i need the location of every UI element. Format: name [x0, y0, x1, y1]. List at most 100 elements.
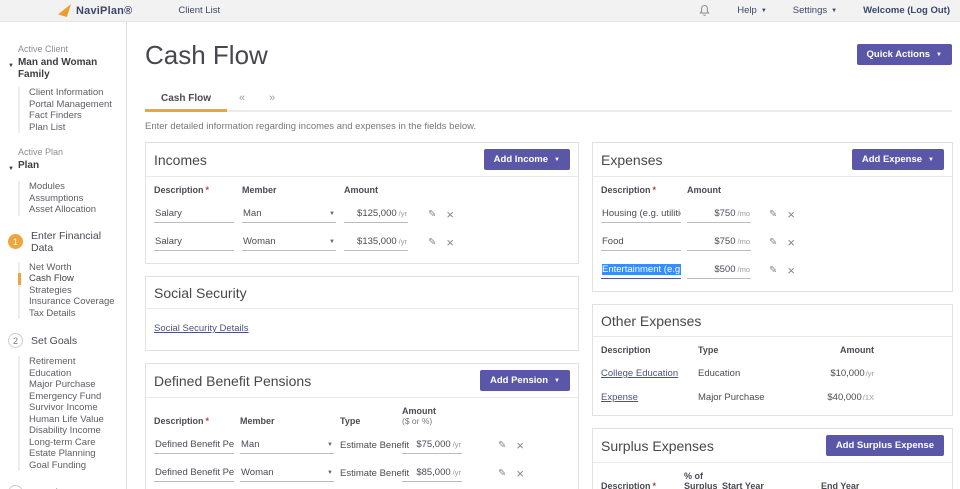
- delete-x-icon[interactable]: ×: [516, 440, 524, 452]
- expense-amount-field[interactable]: $500 /mo: [687, 262, 751, 279]
- sidebar-item-long-term-care[interactable]: Long-term Care: [18, 437, 126, 449]
- edit-pencil-icon[interactable]: ✎: [498, 468, 506, 480]
- expense-amount-field[interactable]: $750 /mo: [687, 234, 751, 251]
- step-set-goals[interactable]: 2 Set Goals: [8, 333, 126, 348]
- sidebar-item-estate-planning[interactable]: Estate Planning: [18, 448, 126, 460]
- delete-x-icon[interactable]: ×: [446, 209, 454, 221]
- sidebar-item-portal-management[interactable]: Portal Management: [18, 99, 126, 111]
- sidebar-item-survivor-income[interactable]: Survivor Income: [18, 402, 126, 414]
- sidebar-item-assumptions[interactable]: Assumptions: [18, 193, 126, 205]
- step-number-badge: 2: [8, 333, 23, 348]
- sidebar-item-education[interactable]: Education: [18, 368, 126, 380]
- sidebar-item-insurance-coverage[interactable]: Insurance Coverage: [18, 296, 126, 308]
- sidebar-item-plan-list[interactable]: Plan List: [18, 122, 126, 134]
- chevron-down-icon: ▼: [761, 8, 767, 14]
- other-expenses-title: Other Expenses: [601, 313, 701, 329]
- income-amount-field[interactable]: $135,000 /yr: [344, 234, 408, 251]
- client-list-menu[interactable]: Client List: [178, 5, 220, 16]
- chevron-down-icon: ▼: [327, 470, 333, 476]
- page-description: Enter detailed information regarding inc…: [145, 121, 952, 132]
- step-number-badge: 1: [8, 234, 23, 249]
- delete-x-icon[interactable]: ×: [787, 237, 795, 249]
- top-navbar: NaviPlan® Client List Help ▼ Settings ▼ …: [0, 0, 960, 22]
- add-expense-button[interactable]: Add Expense ▼: [852, 149, 944, 170]
- social-security-details-link[interactable]: Social Security Details: [154, 323, 249, 334]
- logout-link[interactable]: (Log Out): [907, 5, 950, 16]
- delete-x-icon[interactable]: ×: [446, 237, 454, 249]
- edit-pencil-icon[interactable]: ✎: [769, 209, 777, 221]
- expense-amount-field[interactable]: $750 /mo: [687, 206, 751, 223]
- other-expenses-header-type: Type: [698, 345, 782, 355]
- tab-cash-flow[interactable]: Cash Flow: [145, 88, 227, 110]
- pensions-title: Defined Benefit Pensions: [154, 373, 311, 389]
- other-expense-description-link[interactable]: College Education: [601, 368, 678, 379]
- pension-description-field[interactable]: Defined Benefit Pension: [154, 465, 234, 482]
- active-plan-label: Active Plan: [18, 147, 126, 157]
- sidebar-item-modules[interactable]: Modules: [18, 181, 126, 193]
- income-amount-field[interactable]: $125,000 /yr: [344, 206, 408, 223]
- plan-toggle[interactable]: ▼ Plan: [8, 160, 126, 175]
- delete-x-icon[interactable]: ×: [516, 468, 524, 480]
- income-row: Salary Woman ▼ $135,000 /yr ✎: [154, 234, 570, 251]
- edit-pencil-icon[interactable]: ✎: [498, 440, 506, 452]
- other-expenses-header-amount: Amount: [782, 345, 874, 355]
- navi-plan-logo[interactable]: NaviPlan®: [58, 4, 132, 17]
- add-income-button[interactable]: Add Income ▼: [484, 149, 570, 170]
- sidebar-item-tax-details[interactable]: Tax Details: [18, 308, 126, 320]
- pension-amount-field[interactable]: $75,000 /yr: [402, 437, 462, 454]
- income-description-field[interactable]: Salary: [154, 206, 234, 223]
- add-surplus-expense-button[interactable]: Add Surplus Expense: [826, 435, 944, 456]
- client-name-toggle[interactable]: ▼ Man and Woman Family: [8, 57, 126, 81]
- sidebar-item-cash-flow[interactable]: Cash Flow: [18, 273, 126, 285]
- income-member-select[interactable]: Woman ▼: [242, 234, 336, 251]
- expense-description-field[interactable]: Entertainment (e.g. resta: [601, 262, 681, 279]
- tabs-prev-icon[interactable]: «: [227, 87, 257, 110]
- edit-pencil-icon[interactable]: ✎: [428, 237, 436, 249]
- sidebar-item-fact-finders[interactable]: Fact Finders: [18, 110, 126, 122]
- expense-description-field[interactable]: Housing (e.g. utilities, rep: [601, 206, 681, 223]
- edit-pencil-icon[interactable]: ✎: [769, 265, 777, 277]
- income-member-select[interactable]: Man ▼: [242, 206, 336, 223]
- pensions-header-description: Description*: [154, 416, 234, 426]
- step-enter-financial-data[interactable]: 1 Enter Financial Data: [8, 230, 126, 254]
- expenses-header-description: Description*: [601, 185, 681, 195]
- delete-x-icon[interactable]: ×: [787, 209, 795, 221]
- expense-description-field[interactable]: Food: [601, 234, 681, 251]
- pension-member-select[interactable]: Man ▼: [240, 437, 334, 454]
- help-menu[interactable]: Help ▼: [737, 5, 767, 16]
- welcome-label: Welcome: [863, 5, 905, 16]
- quick-actions-button[interactable]: Quick Actions ▼: [857, 44, 952, 65]
- add-pension-button[interactable]: Add Pension ▼: [480, 370, 570, 391]
- pension-amount-field[interactable]: $85,000 /yr: [402, 465, 462, 482]
- sidebar-item-client-information[interactable]: Client Information: [18, 87, 126, 99]
- sidebar-item-retirement[interactable]: Retirement: [18, 356, 126, 368]
- sidebar-item-strategies[interactable]: Strategies: [18, 285, 126, 297]
- income-description-field[interactable]: Salary: [154, 234, 234, 251]
- edit-pencil-icon[interactable]: ✎: [428, 209, 436, 221]
- pensions-card: Defined Benefit Pensions Add Pension ▼ D…: [145, 363, 579, 489]
- expense-row: Entertainment (e.g. resta $500 /mo ✎ ×: [601, 262, 944, 279]
- other-expense-description-link[interactable]: Expense: [601, 392, 638, 403]
- settings-menu[interactable]: Settings ▼: [793, 5, 837, 16]
- pension-member-select[interactable]: Woman ▼: [240, 465, 334, 482]
- main-content: Quick Actions ▼ Cash Flow Cash Flow « » …: [127, 22, 960, 489]
- plan-name: Plan: [18, 160, 39, 175]
- pension-description-field[interactable]: Defined Benefit Pension: [154, 437, 234, 454]
- sidebar-item-goal-funding[interactable]: Goal Funding: [18, 460, 126, 472]
- sidebar-item-asset-allocation[interactable]: Asset Allocation: [18, 204, 126, 216]
- page-title: Cash Flow: [145, 40, 952, 71]
- sidebar-item-net-worth[interactable]: Net Worth: [18, 262, 126, 274]
- expenses-card: Expenses Add Expense ▼ Description* Amou…: [592, 142, 953, 292]
- notification-bell-icon[interactable]: [698, 4, 711, 18]
- chevron-down-icon: ▼: [831, 8, 837, 14]
- incomes-header-amount: Amount: [344, 185, 408, 195]
- tabs-next-icon[interactable]: »: [257, 87, 287, 110]
- sidebar-item-human-life-value[interactable]: Human Life Value: [18, 414, 126, 426]
- sidebar-item-emergency-fund[interactable]: Emergency Fund: [18, 391, 126, 403]
- delete-x-icon[interactable]: ×: [787, 265, 795, 277]
- edit-pencil-icon[interactable]: ✎: [769, 237, 777, 249]
- sidebar-item-disability-income[interactable]: Disability Income: [18, 425, 126, 437]
- sidebar-item-major-purchase[interactable]: Major Purchase: [18, 379, 126, 391]
- surplus-header-description: Description*: [601, 481, 679, 489]
- step-results[interactable]: 3 Results: [8, 485, 126, 489]
